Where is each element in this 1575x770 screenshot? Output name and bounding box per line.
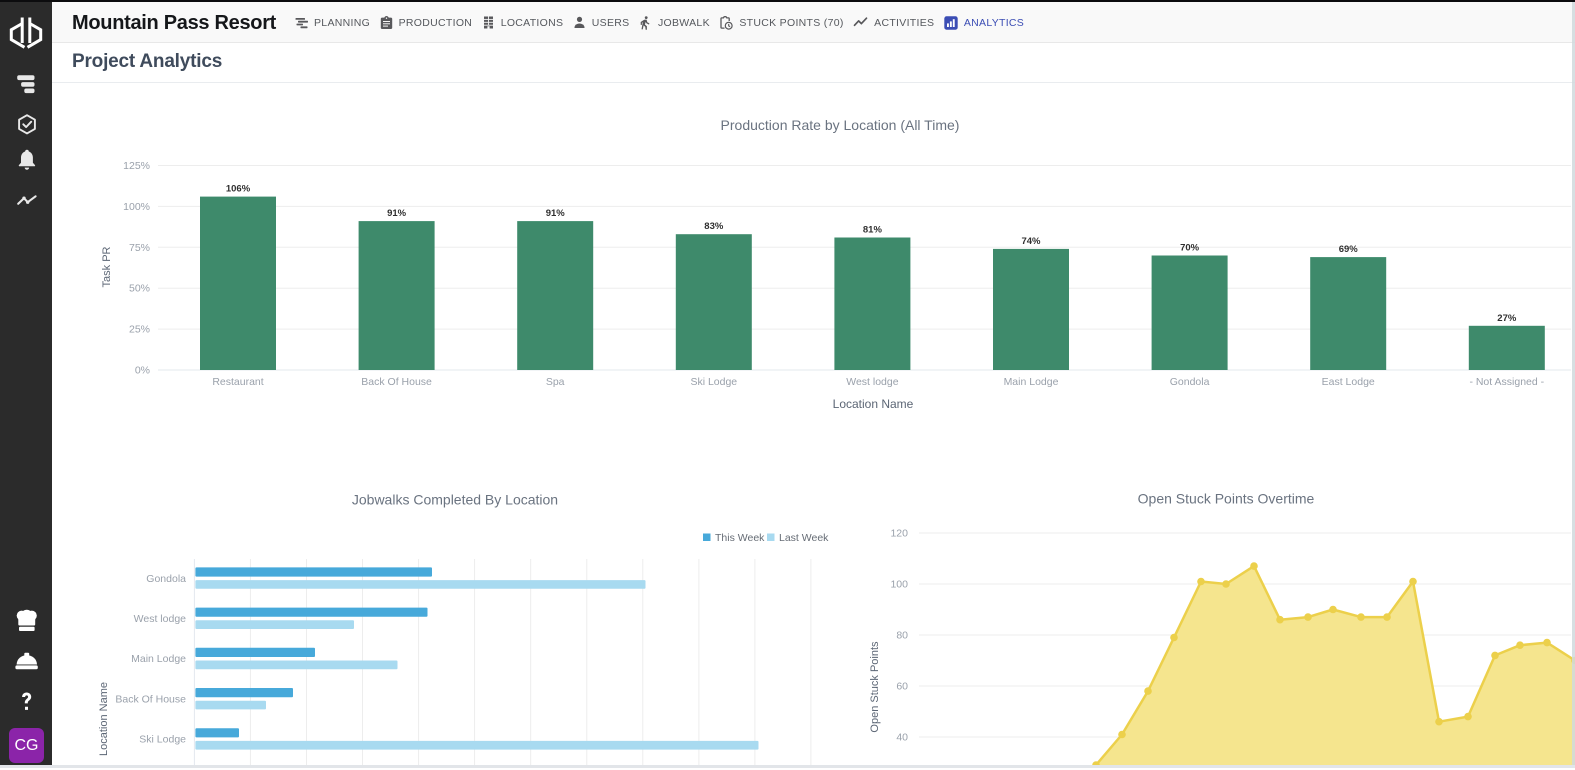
svg-text:25%: 25% (129, 324, 150, 336)
svg-text:Location Name: Location Name (833, 397, 914, 411)
svg-text:80: 80 (896, 630, 908, 642)
svg-text:Back Of House: Back Of House (115, 693, 186, 705)
svg-text:Ski Lodge: Ski Lodge (690, 376, 737, 388)
svg-text:Last Week: Last Week (779, 532, 829, 544)
svg-text:0%: 0% (135, 365, 150, 377)
svg-text:120: 120 (890, 528, 908, 540)
svg-text:81%: 81% (863, 225, 883, 236)
svg-text:40: 40 (896, 732, 908, 744)
svg-text:This Week: This Week (715, 532, 765, 544)
svg-text:Location Name: Location Name (98, 682, 110, 756)
svg-text:60: 60 (896, 681, 908, 693)
svg-text:Jobwalks Completed By Location: Jobwalks Completed By Location (352, 492, 558, 508)
svg-text:75%: 75% (129, 242, 150, 254)
svg-text:100: 100 (890, 579, 908, 591)
svg-text:Gondola: Gondola (146, 573, 186, 585)
svg-text:69%: 69% (1339, 244, 1359, 255)
svg-text:125%: 125% (123, 160, 150, 172)
svg-text:Restaurant: Restaurant (212, 376, 263, 388)
svg-text:Back Of House: Back Of House (361, 376, 432, 388)
svg-text:- Not Assigned -: - Not Assigned - (1469, 376, 1544, 388)
svg-text:70%: 70% (1180, 243, 1200, 254)
svg-text:106%: 106% (226, 184, 251, 195)
svg-text:Main Lodge: Main Lodge (131, 653, 186, 665)
svg-text:83%: 83% (704, 221, 724, 232)
svg-text:Ski Lodge: Ski Lodge (139, 734, 186, 746)
svg-text:West lodge: West lodge (846, 376, 898, 388)
svg-text:Open Stuck Points: Open Stuck Points (869, 641, 881, 733)
svg-text:West lodge: West lodge (134, 613, 186, 625)
svg-text:Task PR: Task PR (101, 246, 113, 287)
svg-text:Open Stuck Points Overtime: Open Stuck Points Overtime (1138, 491, 1315, 507)
svg-text:27%: 27% (1497, 313, 1517, 324)
svg-text:Production Rate by Location (A: Production Rate by Location (All Time) (721, 117, 960, 133)
svg-text:91%: 91% (387, 208, 407, 219)
svg-text:100%: 100% (123, 201, 150, 213)
svg-text:50%: 50% (129, 283, 150, 295)
svg-text:74%: 74% (1021, 236, 1041, 247)
svg-text:Gondola: Gondola (1170, 376, 1210, 388)
svg-text:Main Lodge: Main Lodge (1004, 376, 1059, 388)
svg-text:91%: 91% (546, 208, 566, 219)
svg-text:East Lodge: East Lodge (1322, 376, 1375, 388)
svg-text:Spa: Spa (546, 376, 565, 388)
